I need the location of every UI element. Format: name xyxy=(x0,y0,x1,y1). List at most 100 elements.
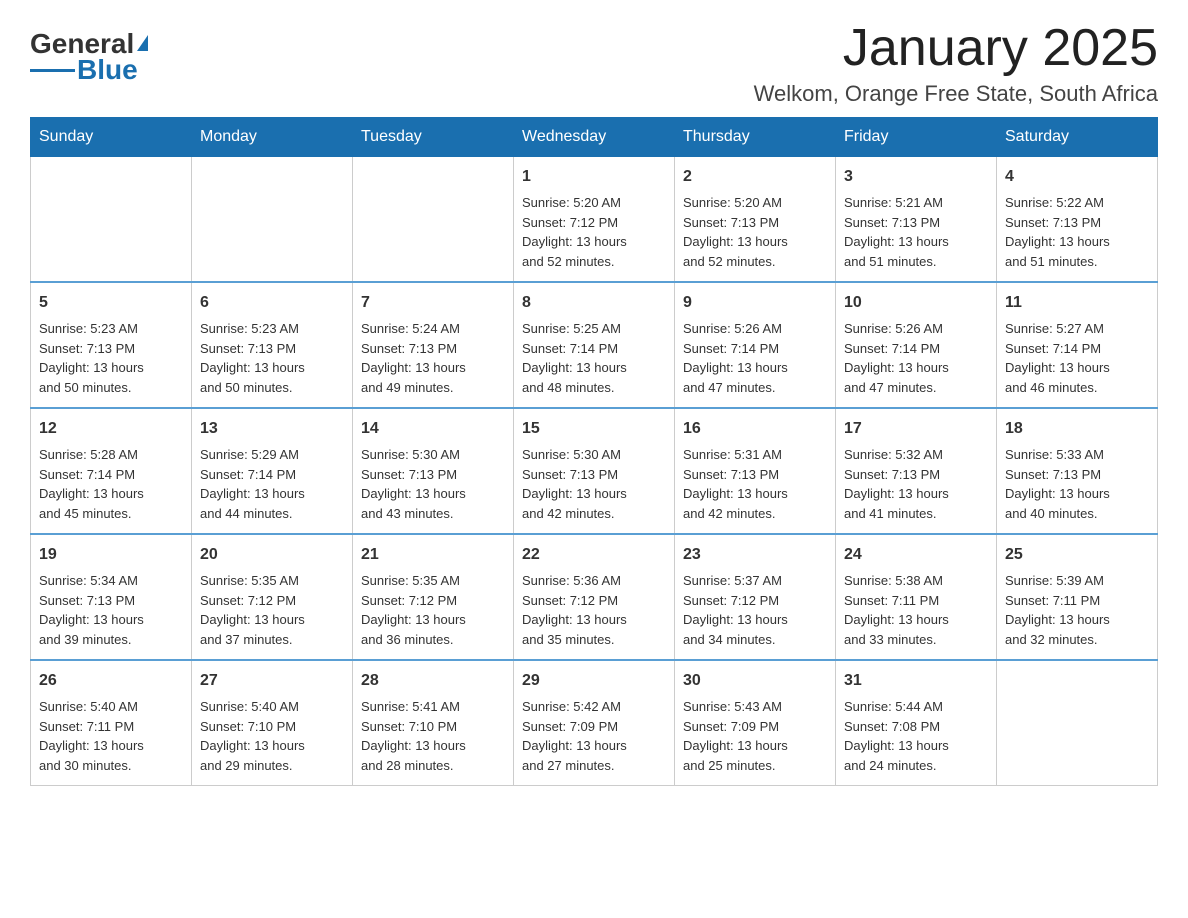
day-info-line: and 41 minutes. xyxy=(844,504,988,524)
day-info-line: Sunrise: 5:21 AM xyxy=(844,193,988,213)
day-info-line: Daylight: 13 hours xyxy=(522,610,666,630)
calendar-day-cell: 8Sunrise: 5:25 AMSunset: 7:14 PMDaylight… xyxy=(514,282,675,408)
day-info-line: Sunrise: 5:44 AM xyxy=(844,697,988,717)
calendar-day-header: Monday xyxy=(192,118,353,157)
day-info-line: Sunrise: 5:39 AM xyxy=(1005,571,1149,591)
day-number: 10 xyxy=(844,291,988,315)
day-info-line: and 52 minutes. xyxy=(522,252,666,272)
day-info-line: Daylight: 13 hours xyxy=(844,232,988,252)
calendar-day-header: Tuesday xyxy=(353,118,514,157)
day-info-line: Sunrise: 5:26 AM xyxy=(844,319,988,339)
calendar-week-row: 19Sunrise: 5:34 AMSunset: 7:13 PMDayligh… xyxy=(31,534,1158,660)
day-info-line: and 24 minutes. xyxy=(844,756,988,776)
calendar-header-row: SundayMondayTuesdayWednesdayThursdayFrid… xyxy=(31,118,1158,157)
day-info-line: Daylight: 13 hours xyxy=(1005,610,1149,630)
day-number: 22 xyxy=(522,543,666,567)
day-info-line: Sunset: 7:14 PM xyxy=(522,339,666,359)
day-info-line: Sunset: 7:11 PM xyxy=(1005,591,1149,611)
day-info-line: and 37 minutes. xyxy=(200,630,344,650)
calendar-week-row: 1Sunrise: 5:20 AMSunset: 7:12 PMDaylight… xyxy=(31,157,1158,283)
day-info-line: Sunrise: 5:27 AM xyxy=(1005,319,1149,339)
day-info-line: Sunset: 7:13 PM xyxy=(361,465,505,485)
calendar-day-cell xyxy=(192,157,353,283)
day-info-line: Daylight: 13 hours xyxy=(200,736,344,756)
day-info-line: Daylight: 13 hours xyxy=(39,358,183,378)
day-number: 19 xyxy=(39,543,183,567)
day-number: 1 xyxy=(522,165,666,189)
day-number: 13 xyxy=(200,417,344,441)
day-info-line: and 52 minutes. xyxy=(683,252,827,272)
month-year-title: January 2025 xyxy=(754,20,1158,77)
calendar-day-cell: 21Sunrise: 5:35 AMSunset: 7:12 PMDayligh… xyxy=(353,534,514,660)
day-info-line: Daylight: 13 hours xyxy=(200,358,344,378)
day-info-line: Sunrise: 5:43 AM xyxy=(683,697,827,717)
day-info-line: Sunset: 7:12 PM xyxy=(522,591,666,611)
day-number: 26 xyxy=(39,669,183,693)
day-info-line: and 40 minutes. xyxy=(1005,504,1149,524)
day-info-line: and 50 minutes. xyxy=(39,378,183,398)
calendar-day-cell xyxy=(997,660,1158,786)
day-info-line: Daylight: 13 hours xyxy=(200,610,344,630)
day-number: 6 xyxy=(200,291,344,315)
day-info-line: and 47 minutes. xyxy=(844,378,988,398)
day-info-line: Sunset: 7:13 PM xyxy=(200,339,344,359)
day-info-line: and 45 minutes. xyxy=(39,504,183,524)
day-info-line: Sunrise: 5:30 AM xyxy=(522,445,666,465)
logo-triangle-icon xyxy=(137,35,148,51)
header-area: General Blue January 2025 Welkom, Orange… xyxy=(30,20,1158,107)
day-info-line: Sunset: 7:13 PM xyxy=(683,213,827,233)
calendar-week-row: 26Sunrise: 5:40 AMSunset: 7:11 PMDayligh… xyxy=(31,660,1158,786)
day-info-line: Sunrise: 5:38 AM xyxy=(844,571,988,591)
day-info-line: Sunrise: 5:26 AM xyxy=(683,319,827,339)
day-number: 24 xyxy=(844,543,988,567)
day-info-line: Sunset: 7:13 PM xyxy=(1005,213,1149,233)
day-number: 31 xyxy=(844,669,988,693)
day-info-line: Sunrise: 5:33 AM xyxy=(1005,445,1149,465)
day-number: 8 xyxy=(522,291,666,315)
day-info-line: and 43 minutes. xyxy=(361,504,505,524)
day-info-line: and 36 minutes. xyxy=(361,630,505,650)
day-info-line: Sunset: 7:12 PM xyxy=(361,591,505,611)
day-info-line: Daylight: 13 hours xyxy=(39,736,183,756)
logo: General Blue xyxy=(30,30,148,84)
calendar-day-cell: 31Sunrise: 5:44 AMSunset: 7:08 PMDayligh… xyxy=(836,660,997,786)
day-info-line: Sunset: 7:13 PM xyxy=(361,339,505,359)
day-number: 4 xyxy=(1005,165,1149,189)
title-area: January 2025 Welkom, Orange Free State, … xyxy=(754,20,1158,107)
day-info-line: Sunrise: 5:30 AM xyxy=(361,445,505,465)
day-info-line: and 39 minutes. xyxy=(39,630,183,650)
calendar-day-cell: 12Sunrise: 5:28 AMSunset: 7:14 PMDayligh… xyxy=(31,408,192,534)
day-info-line: and 32 minutes. xyxy=(1005,630,1149,650)
day-info-line: Daylight: 13 hours xyxy=(844,484,988,504)
day-number: 15 xyxy=(522,417,666,441)
day-info-line: and 35 minutes. xyxy=(522,630,666,650)
day-number: 20 xyxy=(200,543,344,567)
calendar-day-cell: 29Sunrise: 5:42 AMSunset: 7:09 PMDayligh… xyxy=(514,660,675,786)
day-info-line: Sunrise: 5:37 AM xyxy=(683,571,827,591)
day-info-line: Sunrise: 5:25 AM xyxy=(522,319,666,339)
day-info-line: Sunrise: 5:24 AM xyxy=(361,319,505,339)
day-info-line: Sunset: 7:13 PM xyxy=(39,591,183,611)
day-info-line: Sunset: 7:14 PM xyxy=(844,339,988,359)
day-info-line: Sunrise: 5:36 AM xyxy=(522,571,666,591)
day-info-line: and 46 minutes. xyxy=(1005,378,1149,398)
day-info-line: and 50 minutes. xyxy=(200,378,344,398)
calendar-day-cell: 3Sunrise: 5:21 AMSunset: 7:13 PMDaylight… xyxy=(836,157,997,283)
day-number: 5 xyxy=(39,291,183,315)
day-number: 11 xyxy=(1005,291,1149,315)
day-info-line: Sunset: 7:10 PM xyxy=(361,717,505,737)
day-info-line: Sunset: 7:13 PM xyxy=(1005,465,1149,485)
logo-blue-text: Blue xyxy=(77,56,138,84)
day-info-line: and 29 minutes. xyxy=(200,756,344,776)
day-info-line: Daylight: 13 hours xyxy=(361,358,505,378)
calendar-day-header: Friday xyxy=(836,118,997,157)
day-number: 28 xyxy=(361,669,505,693)
day-info-line: Sunrise: 5:20 AM xyxy=(522,193,666,213)
day-info-line: Daylight: 13 hours xyxy=(522,736,666,756)
day-number: 12 xyxy=(39,417,183,441)
day-info-line: Daylight: 13 hours xyxy=(683,484,827,504)
day-info-line: Daylight: 13 hours xyxy=(1005,358,1149,378)
day-info-line: Sunset: 7:14 PM xyxy=(683,339,827,359)
day-number: 21 xyxy=(361,543,505,567)
day-number: 25 xyxy=(1005,543,1149,567)
